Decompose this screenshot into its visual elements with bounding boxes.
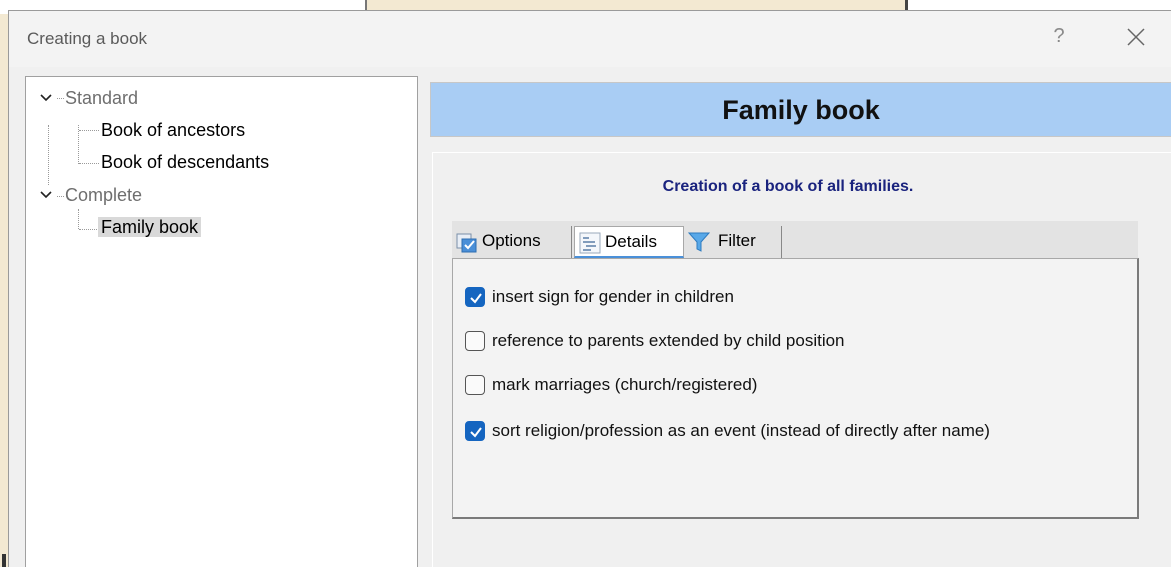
dialog-title: Creating a book <box>27 29 148 48</box>
close-button[interactable] <box>1124 25 1148 49</box>
tree-item-family-book[interactable]: Family book <box>98 213 202 241</box>
creating-book-dialog: Creating a book ? Standard Book of ances… <box>8 10 1171 567</box>
tab-label: Filter <box>718 231 756 250</box>
details-panel: insert sign for gender in children refer… <box>452 258 1139 519</box>
option-label: mark marriages (church/registered) <box>492 375 758 394</box>
tab-filter[interactable]: Filter <box>684 226 782 258</box>
tree-group-label: Standard <box>65 88 139 108</box>
checkbox[interactable] <box>465 287 485 307</box>
book-options-content: Creation of a book of all families. Opti… <box>432 152 1171 567</box>
book-description: Creation of a book of all families. <box>662 178 914 195</box>
book-type-tree[interactable]: Standard Book of ancestors Book of desce… <box>25 76 418 567</box>
filter-funnel-icon <box>688 232 710 252</box>
option-label: sort religion/profession as an event (in… <box>492 421 990 440</box>
background-window-left-edge <box>0 14 8 567</box>
book-type-header: Family book <box>430 82 1171 137</box>
chevron-down-icon[interactable] <box>40 93 52 103</box>
tree-group-label: Complete <box>65 185 143 205</box>
options-checkbox-icon <box>456 233 477 253</box>
chevron-down-icon[interactable] <box>40 190 52 200</box>
tree-item-label: Family book <box>98 217 202 237</box>
tree-item-book-of-ancestors[interactable]: Book of ancestors <box>101 116 245 144</box>
option-label: insert sign for gender in children <box>492 287 734 306</box>
tab-strip: Options Details Filter <box>452 221 1138 258</box>
checkmark-icon <box>470 293 482 304</box>
checkbox[interactable] <box>465 375 485 395</box>
checkmark-icon <box>470 427 482 438</box>
help-button[interactable]: ? <box>1049 25 1069 48</box>
header-title: Family book <box>722 95 880 125</box>
tab-details[interactable]: Details <box>574 226 684 258</box>
checkbox[interactable] <box>465 421 485 441</box>
dialog-titlebar: Creating a book ? <box>9 11 1171 67</box>
tab-label: Details <box>605 232 657 251</box>
tab-options[interactable]: Options <box>452 226 572 258</box>
option-label: reference to parents extended by child p… <box>492 331 845 350</box>
checkbox[interactable] <box>465 331 485 351</box>
tree-item-label: Book of descendants <box>101 152 270 172</box>
close-icon <box>1127 28 1145 46</box>
details-list-icon <box>579 232 601 254</box>
tree-item-label: Book of ancestors <box>101 120 246 140</box>
tree-item-book-of-descendants[interactable]: Book of descendants <box>101 148 269 176</box>
tab-label: Options <box>482 231 541 250</box>
